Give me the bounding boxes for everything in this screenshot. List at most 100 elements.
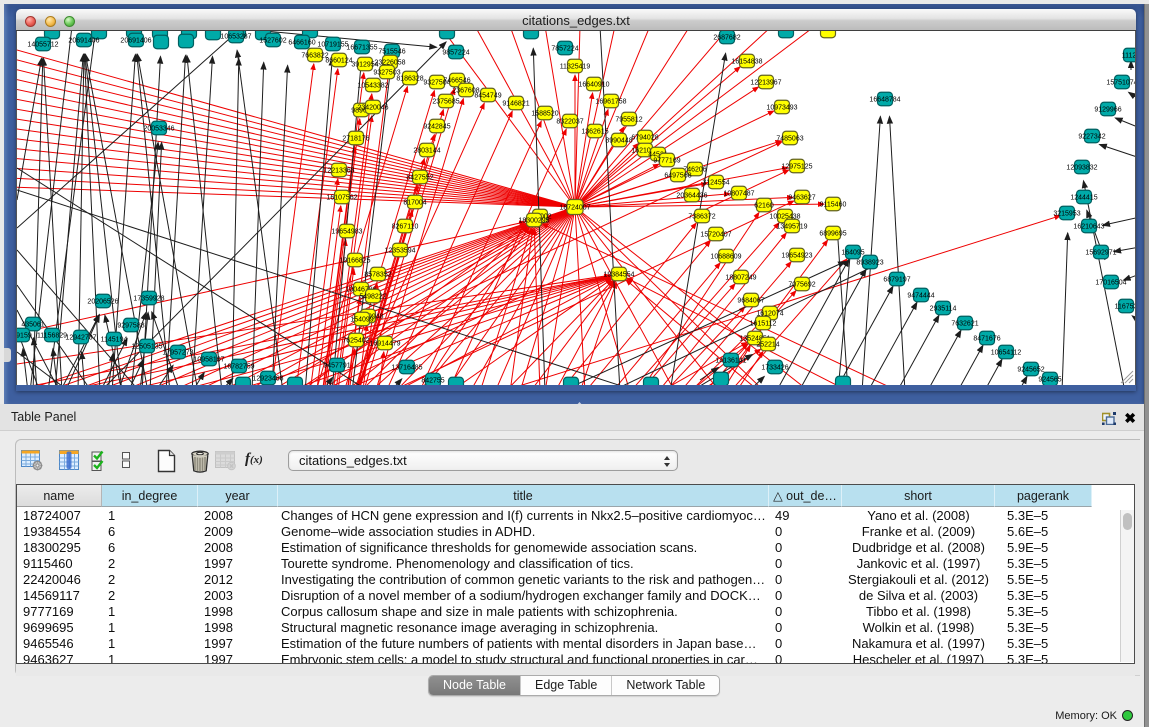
svg-text:6899695: 6899695 [819, 231, 846, 238]
svg-text:20691406: 20691406 [120, 38, 151, 45]
svg-text:19654923: 19654923 [781, 253, 812, 260]
svg-text:842755: 842755 [421, 378, 444, 385]
svg-text:6466160: 6466160 [288, 40, 315, 47]
svg-text:9457791: 9457791 [323, 363, 350, 370]
svg-text:10958107: 10958107 [193, 357, 224, 364]
svg-text:7632621: 7632621 [951, 321, 978, 328]
svg-text:15720407: 15720407 [700, 232, 731, 239]
svg-text:8660124: 8660124 [325, 58, 352, 65]
svg-text:2718176: 2718176 [342, 136, 369, 143]
svg-text:8454749: 8454749 [474, 93, 501, 100]
svg-text:435061: 435061 [21, 322, 44, 329]
svg-text:9463627: 9463627 [788, 195, 815, 202]
svg-text:12942737: 12942737 [65, 335, 96, 342]
svg-text:6879197: 6879197 [883, 277, 910, 284]
svg-text:8938923: 8938923 [856, 260, 883, 267]
svg-text:9777169: 9777169 [653, 158, 680, 165]
svg-text:6497568: 6497568 [664, 173, 691, 180]
svg-text:2803144: 2803144 [413, 148, 440, 155]
svg-text:10543382: 10543382 [357, 83, 388, 90]
svg-text:15692971: 15692971 [1085, 250, 1116, 257]
svg-text:9684067: 9684067 [737, 298, 764, 305]
svg-text:7386372: 7386372 [688, 214, 715, 221]
svg-text:1244415: 1244415 [1070, 195, 1097, 202]
svg-text:39159: 39159 [17, 333, 32, 340]
svg-text:23420046: 23420046 [357, 105, 388, 112]
svg-text:10654112: 10654112 [991, 350, 1022, 357]
svg-text:19654983: 19654983 [331, 229, 362, 236]
svg-text:9129966: 9129966 [1094, 107, 1121, 114]
svg-text:817004: 817004 [403, 200, 426, 207]
svg-text:1615112: 1615112 [750, 321, 777, 328]
svg-text:16914479: 16914479 [369, 341, 400, 348]
svg-text:12093832: 12093832 [1066, 165, 1097, 172]
svg-text:20364436: 20364436 [676, 193, 707, 200]
svg-text:9245652: 9245652 [1017, 367, 1044, 374]
svg-text:9242845: 9242845 [423, 124, 450, 131]
svg-text:12505135: 12505135 [131, 344, 162, 351]
svg-text:11156829: 11156829 [37, 333, 67, 340]
svg-text:62160: 62160 [754, 203, 774, 210]
svg-text:9297588: 9297588 [117, 323, 144, 330]
svg-text:12213363: 12213363 [323, 168, 354, 175]
svg-text:9146821: 9146821 [502, 101, 529, 108]
svg-text:10973493: 10973493 [766, 105, 797, 112]
svg-text:12923468: 12923468 [252, 376, 283, 383]
svg-text:16782759: 16782759 [223, 364, 254, 371]
svg-text:20206526: 20206526 [87, 299, 118, 306]
svg-text:8267110: 8267110 [392, 224, 419, 231]
svg-text:2935114: 2935114 [930, 306, 957, 313]
svg-text:16671355: 16671355 [346, 45, 377, 52]
svg-text:13495719: 13495719 [776, 224, 807, 231]
svg-text:2687682: 2687682 [713, 35, 740, 42]
svg-text:7515546: 7515546 [378, 49, 405, 56]
svg-text:12975125: 12975125 [781, 164, 812, 171]
svg-text:19384554: 19384554 [603, 272, 634, 279]
svg-text:8990448: 8990448 [605, 138, 632, 145]
svg-text:7955812: 7955812 [615, 117, 642, 124]
svg-text:252214: 252214 [756, 342, 779, 349]
svg-text:1733426: 1733426 [761, 365, 788, 372]
svg-text:9227342: 9227342 [1078, 134, 1105, 141]
svg-text:18300295: 18300295 [518, 218, 549, 225]
svg-text:9115460: 9115460 [820, 202, 847, 209]
svg-text:9474444: 9474444 [907, 293, 934, 300]
svg-text:3215953: 3215953 [1053, 211, 1080, 218]
svg-text:14055712: 14055712 [27, 42, 58, 49]
svg-text:164095: 164095 [841, 250, 864, 257]
svg-text:18807249: 18807249 [725, 275, 756, 282]
svg-text:8322037: 8322037 [556, 119, 583, 126]
svg-text:5498222: 5498222 [359, 294, 386, 301]
svg-text:12353594: 12353594 [384, 248, 415, 255]
svg-text:7625402: 7625402 [342, 338, 369, 345]
svg-text:18724007: 18724007 [559, 205, 590, 212]
svg-text:12213967: 12213967 [750, 80, 781, 87]
svg-text:17359928: 17359928 [133, 296, 164, 303]
svg-text:16154838: 16154838 [731, 59, 762, 66]
svg-text:11123: 11123 [1122, 53, 1135, 60]
svg-text:7485063: 7485063 [776, 136, 803, 143]
svg-text:7075692: 7075692 [788, 282, 815, 289]
svg-text:14136141: 14136141 [715, 358, 746, 365]
svg-text:16640910: 16640910 [578, 82, 609, 89]
svg-text:15751074: 15751074 [1106, 80, 1135, 87]
svg-text:16210643: 16210643 [1073, 224, 1104, 231]
svg-text:19166825: 19166825 [339, 258, 370, 265]
svg-text:1588520: 1588520 [531, 111, 558, 118]
svg-text:1145194: 1145194 [101, 337, 128, 344]
svg-text:9857224: 9857224 [442, 50, 469, 57]
svg-text:6794028: 6794028 [631, 135, 658, 142]
svg-text:10688609: 10688609 [710, 254, 741, 261]
svg-text:20053346: 20053346 [143, 126, 174, 133]
svg-text:20691406: 20691406 [68, 38, 99, 45]
svg-text:8578352: 8578352 [364, 272, 391, 279]
svg-text:1527602: 1527602 [259, 38, 286, 45]
svg-text:116753: 116753 [1115, 304, 1135, 311]
svg-text:1362615: 1362615 [581, 129, 608, 136]
svg-text:17016504: 17016504 [1095, 280, 1126, 287]
svg-text:154099: 154099 [350, 317, 373, 324]
svg-text:13716485: 13716485 [391, 365, 422, 372]
svg-text:924565: 924565 [1038, 377, 1061, 384]
svg-text:16648784: 16648784 [869, 97, 900, 104]
svg-text:16961758: 16961758 [595, 99, 626, 106]
